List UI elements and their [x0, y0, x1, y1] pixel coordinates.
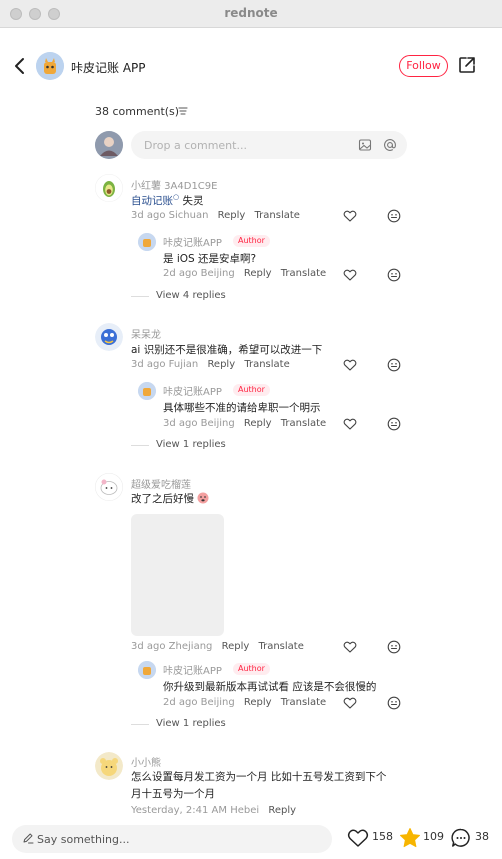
author-badge: Author	[233, 663, 270, 675]
translate-button[interactable]: Translate	[281, 697, 326, 708]
emoji-reaction-icon[interactable]	[387, 209, 401, 223]
divider	[131, 296, 149, 297]
reply-button[interactable]: Reply	[222, 641, 250, 652]
comment-count-bottom: 38	[475, 830, 489, 843]
like-icon[interactable]	[343, 358, 357, 372]
star-icon[interactable]	[399, 827, 421, 849]
author-name[interactable]: 咔皮记账 APP	[71, 59, 146, 76]
say-something-placeholder: Say something...	[37, 833, 130, 846]
reply-meta: 2d ago Beijing Reply Translate	[163, 268, 327, 279]
author-avatar[interactable]	[36, 52, 64, 80]
author-reply-avatar[interactable]	[138, 233, 156, 251]
image-icon[interactable]	[358, 138, 372, 152]
star-count: 109	[423, 830, 444, 843]
say-something-input[interactable]: Say something...	[12, 825, 332, 853]
divider	[131, 724, 149, 725]
view-replies-button[interactable]: View 1 replies	[156, 439, 226, 450]
reply-button[interactable]: Reply	[268, 805, 296, 816]
commenter-name[interactable]: 小小熊	[131, 754, 161, 769]
commenter-name[interactable]: 超级爱吃榴莲	[131, 476, 191, 491]
reply-text: 是 iOS 还是安卓啊?	[163, 253, 257, 265]
commenter-name[interactable]: 呆呆龙	[131, 326, 161, 341]
reply-button[interactable]: Reply	[207, 359, 235, 370]
comment-text: 改了之后好慢	[131, 491, 209, 506]
tired-emoji-icon	[197, 492, 209, 504]
translate-button[interactable]: Translate	[281, 418, 326, 429]
author-badge: Author	[233, 384, 270, 396]
emoji-reaction-icon[interactable]	[387, 417, 401, 431]
comment-input[interactable]: Drop a comment...	[131, 131, 407, 159]
reply-button[interactable]: Reply	[244, 418, 272, 429]
translate-button[interactable]: Translate	[258, 641, 303, 652]
comment-meta: 3d ago Sichuan Reply Translate	[131, 210, 300, 221]
comment-text: ai 识别还不是很准确，希望可以改进一下	[131, 344, 323, 356]
current-user-avatar	[95, 131, 123, 159]
author-reply-avatar[interactable]	[138, 661, 156, 679]
like-icon[interactable]	[343, 640, 357, 654]
translate-button[interactable]: Translate	[244, 359, 289, 370]
reply-button[interactable]: Reply	[244, 697, 272, 708]
view-replies-button[interactable]: View 1 replies	[156, 718, 226, 729]
reply-author-name[interactable]: 咔皮记账APP	[163, 662, 222, 677]
bottom-bar: Say something... 158 109 38	[0, 817, 502, 859]
like-count: 158	[372, 830, 393, 843]
follow-button[interactable]: Follow	[399, 55, 448, 77]
commenter-avatar[interactable]	[95, 323, 123, 351]
window-titlebar: rednote	[0, 0, 502, 28]
author-reply-avatar[interactable]	[138, 382, 156, 400]
reply-meta: 2d ago Beijing Reply Translate	[163, 697, 327, 708]
reply-text: 你升级到最新版本再试试看 应该是不会很慢的	[163, 681, 377, 693]
divider	[131, 445, 149, 446]
commenter-avatar[interactable]	[95, 752, 123, 780]
reply-button[interactable]: Reply	[218, 210, 246, 221]
emoji-reaction-icon[interactable]	[387, 268, 401, 282]
comment-image[interactable]	[131, 514, 224, 636]
topic-link[interactable]: 自动记账	[131, 195, 173, 207]
mention-icon[interactable]	[383, 138, 397, 152]
window-title: rednote	[224, 6, 278, 20]
comment-bubble-icon[interactable]	[451, 828, 471, 848]
comment-count: 38 comment(s)	[95, 105, 180, 118]
reply-meta: 3d ago Beijing Reply Translate	[163, 418, 327, 429]
comment-text-line: 怎么设置每月发工资为一个月 比如十五号发工资到下个	[131, 771, 387, 783]
author-badge: Author	[233, 235, 270, 247]
view-replies-button[interactable]: View 4 replies	[156, 290, 226, 301]
pencil-icon	[23, 833, 34, 844]
comment-meta: 3d ago Fujian Reply Translate	[131, 359, 290, 370]
comment-meta: Yesterday, 2:41 AM Hebei Reply	[131, 805, 297, 816]
commenter-avatar[interactable]	[95, 174, 123, 202]
reply-author-name[interactable]: 咔皮记账APP	[163, 383, 222, 398]
emoji-reaction-icon[interactable]	[387, 640, 401, 654]
reply-button[interactable]: Reply	[244, 268, 272, 279]
translate-button[interactable]: Translate	[255, 210, 300, 221]
translate-button[interactable]: Translate	[281, 268, 326, 279]
sort-icon[interactable]	[178, 106, 188, 116]
like-icon[interactable]	[343, 696, 357, 710]
like-icon[interactable]	[343, 268, 357, 282]
commenter-name[interactable]: 小红薯 3A4D1C9E	[131, 177, 217, 192]
like-icon[interactable]	[343, 209, 357, 223]
comment-meta: 3d ago Zhejiang Reply Translate	[131, 641, 304, 652]
comment-input-placeholder: Drop a comment...	[144, 139, 247, 152]
emoji-reaction-icon[interactable]	[387, 358, 401, 372]
like-icon[interactable]	[343, 417, 357, 431]
note-header: 咔皮记账 APP Follow	[0, 28, 502, 104]
comment-text: 自动记账○ 失灵	[131, 193, 204, 207]
comment-text-line: 月十五号为一个月	[131, 788, 215, 800]
back-arrow-icon[interactable]	[10, 54, 30, 78]
reply-text: 具体哪些不准的请给卑职一个明示	[163, 402, 321, 414]
commenter-avatar[interactable]	[95, 473, 123, 501]
reply-author-name[interactable]: 咔皮记账APP	[163, 234, 222, 249]
like-icon[interactable]	[347, 828, 369, 848]
emoji-reaction-icon[interactable]	[387, 696, 401, 710]
share-icon[interactable]	[458, 56, 476, 74]
